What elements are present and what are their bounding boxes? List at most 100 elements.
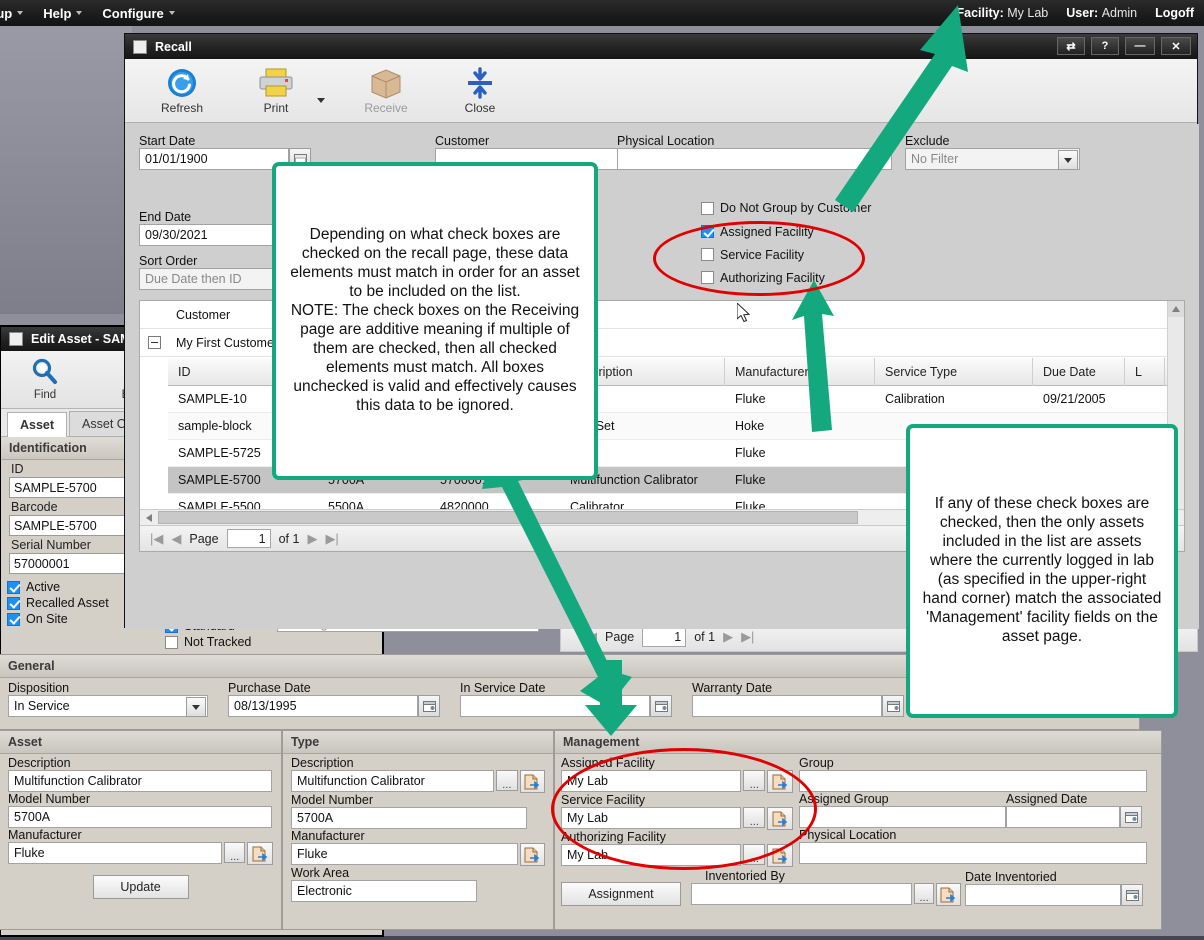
table-cell-manufacturer: Fluke [735,473,766,487]
page-next-icon[interactable]: ▶ [723,629,733,645]
menu-item-help[interactable]: Help [33,6,92,21]
checkbox-do-not-group-by-customer[interactable]: Do Not Group by Customer [701,196,1001,220]
type-model-label: Model Number [291,793,373,807]
help-button[interactable]: ? [1091,37,1119,55]
chevron-down-icon[interactable] [1058,150,1078,170]
checkbox-not-tracked[interactable]: Not Tracked [165,634,395,650]
find-button[interactable]: Find [15,355,75,401]
inventoried-by-goto-icon[interactable] [936,883,961,906]
grid-col-due-date[interactable]: Due Date [1033,358,1125,386]
window-icon [133,39,147,54]
in-service-date-label: In Service Date [460,681,546,695]
asset-manufacturer-browse-button[interactable]: ... [223,842,246,863]
assigned-date-label: Assigned Date [1006,792,1088,806]
facility-status: Facility: My Lab [957,6,1049,20]
assigned-group-input[interactable] [799,806,1006,828]
top-bar-status: Facility: My Lab User: Admin Logoff [957,0,1195,26]
asset-manufacturer-input[interactable]: Fluke [8,842,222,864]
minimize-button[interactable]: — [1125,37,1155,55]
box-icon [353,65,419,101]
table-cell-manufacturer: Fluke [735,392,766,406]
collapse-icon[interactable] [147,336,161,349]
type-manufacturer-goto-icon[interactable] [519,843,545,866]
group-input[interactable] [799,770,1147,792]
type-description-input[interactable]: Multifunction Calibrator [291,770,495,792]
tab-asset[interactable]: Asset [7,412,68,437]
menu-item-setup[interactable]: tup [0,6,33,21]
refresh-button-label: Refresh [160,101,204,115]
restore-button[interactable]: ⇄ [1057,37,1085,55]
calendar-icon[interactable] [418,695,440,717]
grid-col-service-type[interactable]: Service Type [875,358,1033,386]
page-last-icon[interactable]: ▶| [325,531,338,547]
checkbox-not-tracked-box[interactable] [165,635,178,649]
asset-model-input[interactable]: 5700A [8,806,272,828]
start-date-input[interactable]: 01/01/1900 [139,148,289,170]
checkbox-on-site-box[interactable] [7,612,20,626]
disposition-label: Disposition [8,681,70,695]
lower-pager-of-label: of 1 [694,630,716,644]
callout-right-text: If any of these check boxes are checked,… [922,495,1162,645]
grid-pager-page-input[interactable]: 1 [226,529,271,548]
print-button[interactable]: Print [243,65,309,115]
lower-pager-page-input[interactable]: 1 [642,627,687,647]
calendar-icon[interactable] [650,695,672,717]
chevron-down-icon[interactable] [186,697,206,717]
asset-description-input[interactable]: Multifunction Calibrator [8,770,272,792]
purchase-date-input[interactable]: 08/13/1995 [228,695,418,717]
page-prev-icon[interactable]: ◀ [587,629,597,645]
date-inventoried-input[interactable] [965,884,1121,906]
grid-col-l[interactable]: L [1125,358,1165,386]
grid-expander[interactable] [140,336,168,349]
sort-order-field: Sort Order Due Date then ID [139,254,289,290]
inventoried-by-input[interactable] [691,883,912,905]
menu-items: tup Help Configure [0,0,185,26]
inventoried-by-browse-button[interactable]: ... [913,883,935,904]
grid-col-manufacturer[interactable]: Manufacturer [725,358,875,386]
calendar-icon[interactable] [1120,806,1142,828]
close-button[interactable]: ✕ [1161,37,1191,55]
calendar-icon[interactable] [1121,884,1143,906]
page-prev-icon[interactable]: ◀ [171,531,181,547]
menu-item-configure[interactable]: Configure [92,6,184,21]
calendar-icon[interactable] [882,695,904,717]
refresh-button[interactable]: Refresh [149,65,215,115]
page-first-icon[interactable]: |◀ [150,531,163,547]
grid-hscroll-thumb[interactable] [158,511,858,524]
page-last-icon[interactable]: ▶| [741,629,754,645]
update-button[interactable]: Update [92,875,189,899]
menu-item-setup-label: tup [0,5,13,21]
end-date-label: End Date [139,210,192,224]
type-description-goto-icon[interactable] [519,770,545,793]
logoff-link[interactable]: Logoff [1155,6,1194,20]
checkbox-active-box[interactable] [7,580,20,594]
checkbox-on-site-label: On Site [26,612,68,626]
exclude-select[interactable]: No Filter [905,148,1080,170]
highlight-ellipse-management-facilities [551,748,817,870]
assignment-button[interactable]: Assignment [561,882,681,906]
print-dropdown-icon[interactable] [317,98,325,103]
user-value: Admin [1101,6,1138,20]
scroll-left-icon[interactable] [140,510,157,525]
find-button-label: Find [33,389,57,401]
mouse-cursor [737,303,750,322]
checkbox-recalled-asset-box[interactable] [7,596,20,610]
page-next-icon[interactable]: ▶ [307,531,317,547]
asset-manufacturer-goto-icon[interactable] [247,842,273,865]
exclude-label: Exclude [905,134,950,148]
warranty-date-input[interactable] [692,695,882,717]
end-date-input[interactable]: 09/30/2021 [139,224,289,246]
assigned-date-input[interactable] [1006,806,1120,828]
in-service-date-input[interactable] [460,695,650,717]
sort-order-select[interactable]: Due Date then ID [139,268,289,290]
assigned-group-label: Assigned Group [799,792,889,806]
type-description-browse-button[interactable]: ... [496,770,518,791]
close-action-button[interactable]: Close [447,65,513,115]
management-physical-location-input[interactable] [799,842,1147,864]
disposition-select[interactable]: In Service [8,695,208,717]
physical-location-input[interactable] [617,148,892,170]
scroll-up-icon[interactable] [1168,301,1184,317]
checkbox-do-not-group-by-customer-box[interactable] [701,201,714,215]
table-cell-description: Calibrator [570,500,625,509]
recall-title-buttons: ⇄ ? — ✕ [1057,37,1191,55]
